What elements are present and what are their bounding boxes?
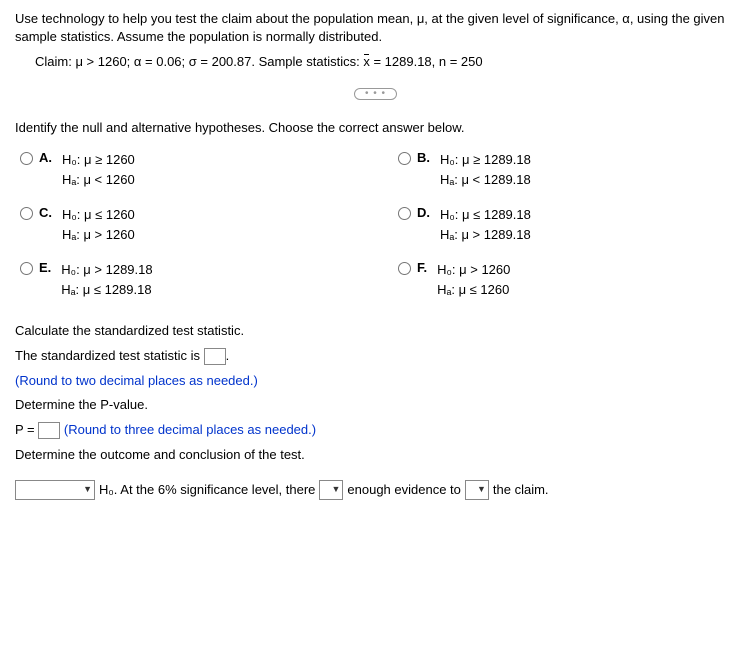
- pvalue-hint: (Round to three decimal places as needed…: [60, 422, 316, 437]
- option-a-h0: H₀: μ ≥ 1260: [62, 150, 135, 170]
- conclusion-seg3: the claim.: [493, 478, 549, 503]
- option-e-ha: Hₐ: μ ≤ 1289.18: [61, 280, 152, 300]
- chevron-down-icon: ▼: [331, 481, 340, 498]
- claim-dropdown[interactable]: ▼: [465, 480, 489, 500]
- calc-title: Calculate the standardized test statisti…: [15, 319, 736, 344]
- calculation-section: Calculate the standardized test statisti…: [15, 319, 736, 502]
- option-a[interactable]: A. H₀: μ ≥ 1260 Hₐ: μ < 1260: [20, 150, 358, 189]
- option-c[interactable]: C. H₀: μ ≤ 1260 Hₐ: μ > 1260: [20, 205, 358, 244]
- option-b-body: H₀: μ ≥ 1289.18 Hₐ: μ < 1289.18: [440, 150, 531, 189]
- question-prompt: Identify the null and alternative hypoth…: [15, 120, 736, 135]
- stat-line: The standardized test statistic is .: [15, 344, 736, 369]
- radio-f[interactable]: [398, 262, 411, 275]
- option-f-label: F.: [417, 260, 427, 275]
- option-f-h0: H₀: μ > 1260: [437, 260, 510, 280]
- x-bar-symbol: x: [363, 54, 370, 69]
- p-value-input[interactable]: [38, 422, 60, 439]
- radio-b[interactable]: [398, 152, 411, 165]
- option-b-label: B.: [417, 150, 430, 165]
- chevron-down-icon: ▼: [477, 481, 486, 498]
- option-a-label: A.: [39, 150, 52, 165]
- option-e-body: H₀: μ > 1289.18 Hₐ: μ ≤ 1289.18: [61, 260, 152, 299]
- option-d[interactable]: D. H₀: μ ≤ 1289.18 Hₐ: μ > 1289.18: [398, 205, 736, 244]
- option-f-body: H₀: μ > 1260 Hₐ: μ ≤ 1260: [437, 260, 510, 299]
- radio-d[interactable]: [398, 207, 411, 220]
- option-c-label: C.: [39, 205, 52, 220]
- option-d-ha: Hₐ: μ > 1289.18: [440, 225, 531, 245]
- option-c-h0: H₀: μ ≤ 1260: [62, 205, 135, 225]
- option-d-label: D.: [417, 205, 430, 220]
- conclusion-seg2: enough evidence to: [347, 478, 460, 503]
- chevron-down-icon: ▼: [83, 481, 92, 498]
- outcome-title: Determine the outcome and conclusion of …: [15, 443, 736, 468]
- intro-text: Use technology to help you test the clai…: [15, 10, 736, 46]
- evidence-dropdown[interactable]: ▼: [319, 480, 343, 500]
- option-b[interactable]: B. H₀: μ ≥ 1289.18 Hₐ: μ < 1289.18: [398, 150, 736, 189]
- radio-a[interactable]: [20, 152, 33, 165]
- option-a-ha: Hₐ: μ < 1260: [62, 170, 135, 190]
- stat-hint: (Round to two decimal places as needed.): [15, 369, 736, 394]
- option-d-body: H₀: μ ≤ 1289.18 Hₐ: μ > 1289.18: [440, 205, 531, 244]
- pvalue-line: P = (Round to three decimal places as ne…: [15, 418, 736, 443]
- radio-c[interactable]: [20, 207, 33, 220]
- option-f-ha: Hₐ: μ ≤ 1260: [437, 280, 510, 300]
- option-b-ha: Hₐ: μ < 1289.18: [440, 170, 531, 190]
- option-e[interactable]: E. H₀: μ > 1289.18 Hₐ: μ ≤ 1289.18: [20, 260, 358, 299]
- radio-e[interactable]: [20, 262, 33, 275]
- option-c-ha: Hₐ: μ > 1260: [62, 225, 135, 245]
- option-a-body: H₀: μ ≥ 1260 Hₐ: μ < 1260: [62, 150, 135, 189]
- option-e-h0: H₀: μ > 1289.18: [61, 260, 152, 280]
- option-d-h0: H₀: μ ≤ 1289.18: [440, 205, 531, 225]
- pvalue-title: Determine the P-value.: [15, 393, 736, 418]
- option-e-label: E.: [39, 260, 51, 275]
- conclusion-seg1: H₀. At the 6% significance level, there: [99, 478, 315, 503]
- claim-line: Claim: μ > 1260; α = 0.06; σ = 200.87. S…: [15, 54, 736, 69]
- test-statistic-input[interactable]: [204, 348, 226, 365]
- decision-dropdown[interactable]: ▼: [15, 480, 95, 500]
- conclusion-line: ▼ H₀. At the 6% significance level, ther…: [15, 478, 736, 503]
- problem-intro: Use technology to help you test the clai…: [15, 10, 736, 46]
- section-divider: • • •: [15, 84, 736, 100]
- divider-pill: • • •: [354, 88, 397, 100]
- option-b-h0: H₀: μ ≥ 1289.18: [440, 150, 531, 170]
- option-c-body: H₀: μ ≤ 1260 Hₐ: μ > 1260: [62, 205, 135, 244]
- options-grid: A. H₀: μ ≥ 1260 Hₐ: μ < 1260 B. H₀: μ ≥ …: [15, 150, 736, 299]
- option-f[interactable]: F. H₀: μ > 1260 Hₐ: μ ≤ 1260: [398, 260, 736, 299]
